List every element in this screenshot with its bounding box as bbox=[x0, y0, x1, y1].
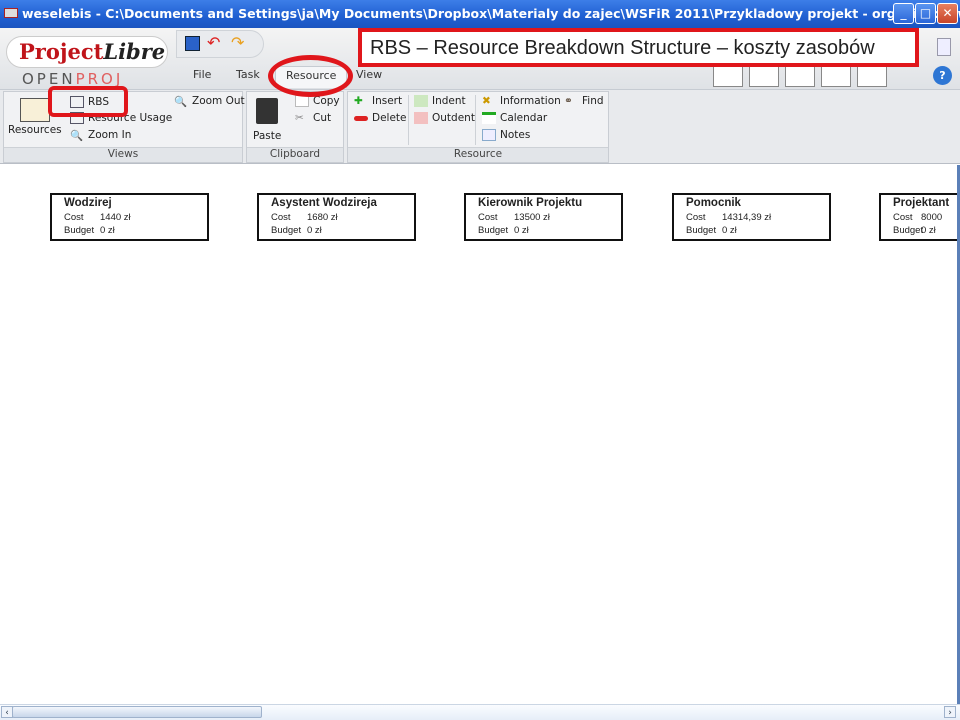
projectlibre-logo: ProjectLibre bbox=[6, 36, 168, 68]
scrollbar-thumb[interactable] bbox=[12, 706, 262, 718]
close-button[interactable]: ✕ bbox=[937, 3, 958, 24]
rbs-node[interactable]: Projektant Cost 8000 Budget 0 zł bbox=[879, 193, 960, 241]
clipboard-group: Paste Copy ✂ Cut Clipboard bbox=[246, 91, 344, 163]
charts-icon[interactable] bbox=[749, 66, 779, 87]
minus-icon bbox=[354, 115, 368, 121]
blank-view-icon[interactable] bbox=[857, 66, 887, 87]
insert-button[interactable]: ✚ Insert bbox=[354, 95, 402, 107]
resource-group: ✚ Insert Delete Indent Outdent ✖ Informati… bbox=[347, 91, 609, 163]
notes-icon bbox=[482, 129, 496, 141]
plus-icon: ✚ bbox=[354, 95, 363, 107]
window-title-bar: weselebis - C:\Documents and Settings\ja… bbox=[0, 0, 960, 28]
zoom-in-icon: 🔍 bbox=[70, 130, 84, 142]
minimize-button[interactable]: _ bbox=[893, 3, 914, 24]
indent-icon bbox=[414, 95, 428, 107]
paste-icon bbox=[256, 98, 279, 124]
tools-icon: ✖ bbox=[482, 95, 491, 107]
dropdown-chevron-icon[interactable] bbox=[937, 38, 951, 56]
quick-access-toolbar: ↶ ↷ bbox=[176, 30, 264, 58]
zoom-out-icon: 🔍 bbox=[174, 96, 188, 108]
task-usage-icon[interactable] bbox=[785, 66, 815, 87]
highlight-box bbox=[48, 86, 128, 117]
outdent-icon bbox=[414, 112, 428, 124]
rbs-node[interactable]: Pomocnik Cost 14314,39 zł Budget 0 zł bbox=[672, 193, 831, 241]
zoom-in-button[interactable]: 🔍 Zoom In bbox=[70, 129, 131, 142]
resource-group-label: Resource bbox=[348, 147, 608, 162]
redo-icon[interactable]: ↷ bbox=[231, 33, 244, 52]
calendar-button[interactable]: Calendar bbox=[482, 112, 547, 124]
cut-icon: ✂ bbox=[295, 112, 304, 124]
help-icon[interactable]: ? bbox=[933, 66, 952, 85]
histogram-icon[interactable] bbox=[713, 66, 743, 87]
delete-button[interactable]: Delete bbox=[354, 112, 407, 124]
scroll-right-icon[interactable]: › bbox=[944, 706, 956, 718]
cut-button[interactable]: ✂ Cut bbox=[295, 112, 331, 124]
copy-button[interactable]: Copy bbox=[295, 95, 340, 107]
tab-file[interactable]: File bbox=[183, 66, 221, 88]
resources-icon bbox=[19, 98, 50, 122]
binoculars-icon: ⚭ bbox=[564, 95, 573, 107]
undo-icon[interactable]: ↶ bbox=[207, 33, 220, 52]
paste-button[interactable]: Paste bbox=[253, 98, 281, 142]
notes-button[interactable]: Notes bbox=[482, 129, 530, 141]
zoom-out-button[interactable]: 🔍 Zoom Out bbox=[174, 95, 245, 108]
maximize-button[interactable]: □ bbox=[915, 3, 936, 24]
window-title: weselebis - C:\Documents and Settings\ja… bbox=[22, 6, 960, 21]
views-group-label: Views bbox=[4, 147, 242, 162]
clipboard-group-label: Clipboard bbox=[247, 147, 343, 162]
resource-usage-icon[interactable] bbox=[821, 66, 851, 87]
rbs-node[interactable]: Asystent Wodzireja Cost 1680 zł Budget 0 zł bbox=[257, 193, 416, 241]
save-icon[interactable] bbox=[185, 36, 200, 51]
highlight-ellipse bbox=[268, 55, 353, 97]
information-button[interactable]: ✖ Information bbox=[482, 95, 561, 107]
annotation-callout: RBS – Resource Breakdown Structure – kos… bbox=[358, 28, 919, 67]
app-icon bbox=[4, 8, 18, 18]
find-button[interactable]: ⚭ Find bbox=[564, 95, 604, 107]
calendar-icon bbox=[482, 112, 496, 124]
indent-button[interactable]: Indent bbox=[414, 95, 466, 107]
tab-task[interactable]: Task bbox=[226, 66, 270, 88]
outdent-button[interactable]: Outdent bbox=[414, 112, 475, 124]
rbs-node[interactable]: Wodzirej Cost 1440 zł Budget 0 zł bbox=[50, 193, 209, 241]
rbs-node[interactable]: Kierownik Projektu Cost 13500 zł Budget 0 zł bbox=[464, 193, 623, 241]
